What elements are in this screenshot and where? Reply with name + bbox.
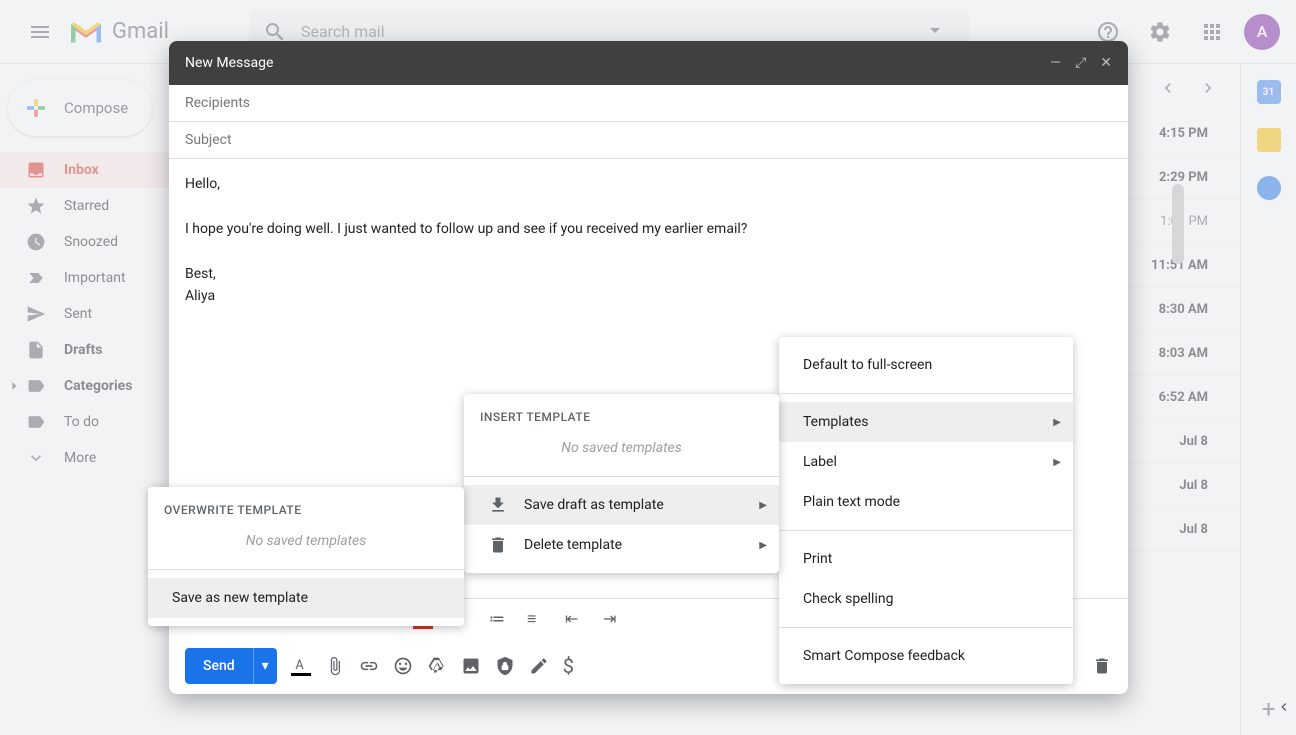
- show-side-panel-button[interactable]: [1272, 695, 1296, 719]
- caret-down-icon: [923, 18, 947, 42]
- plus-icon: [20, 92, 52, 124]
- gmail-logo[interactable]: Gmail: [68, 18, 169, 46]
- gmail-wordmark: Gmail: [112, 19, 169, 44]
- older-button[interactable]: [1192, 72, 1224, 104]
- recipients-field[interactable]: Recipients: [169, 85, 1128, 122]
- compose-label: Compose: [64, 99, 128, 117]
- label-icon: [26, 376, 46, 396]
- confidential-mode-button[interactable]: [495, 656, 515, 676]
- inbox-icon: [26, 160, 46, 180]
- insert-photo-button[interactable]: [461, 656, 481, 676]
- save-icon: [488, 495, 508, 515]
- submenu-arrow-icon: ▶: [759, 500, 767, 511]
- sent-icon: [26, 304, 46, 324]
- chevron-right-icon: [4, 376, 24, 396]
- important-icon: [26, 268, 46, 288]
- scrollbar[interactable]: [1172, 184, 1184, 584]
- insert-emoji-button[interactable]: [393, 656, 413, 676]
- menu-fullscreen[interactable]: Default to full-screen: [779, 345, 1073, 385]
- menu-separator: [148, 569, 464, 570]
- menu-delete-template[interactable]: Delete template▶: [464, 525, 779, 565]
- menu-separator: [464, 476, 779, 477]
- chevron-left-icon: [1158, 78, 1178, 98]
- minimize-button[interactable]: —: [1050, 55, 1061, 71]
- close-button[interactable]: ✕: [1100, 55, 1112, 71]
- settings-button[interactable]: [1140, 12, 1180, 52]
- no-templates-text: No saved templates: [464, 432, 779, 468]
- hamburger-icon: [28, 20, 52, 44]
- compose-header: New Message — ⤢ ✕: [169, 41, 1128, 85]
- calendar-addon[interactable]: 31: [1257, 80, 1281, 104]
- attach-button[interactable]: [325, 656, 345, 676]
- send-options-button[interactable]: ▾: [253, 648, 277, 684]
- menu-save-as-new-template[interactable]: Save as new template: [148, 578, 464, 618]
- subject-field[interactable]: Subject: [169, 122, 1128, 159]
- indent-less-button[interactable]: ⇤: [565, 609, 585, 629]
- chevron-left-icon: [1276, 699, 1292, 715]
- search-icon: [263, 20, 287, 44]
- gmail-m-icon: [68, 18, 104, 46]
- apps-button[interactable]: [1192, 12, 1232, 52]
- menu-save-draft-as-template[interactable]: Save draft as template▶: [464, 485, 779, 525]
- insert-link-button[interactable]: [359, 656, 379, 676]
- indent-more-button[interactable]: ⇥: [603, 609, 623, 629]
- label-icon: [26, 412, 46, 432]
- submenu-arrow-icon: ▶: [1053, 457, 1061, 468]
- bullet-list-button[interactable]: ≡: [527, 609, 547, 629]
- numbered-list-button[interactable]: ≔: [489, 609, 509, 629]
- format-options-button[interactable]: A: [291, 656, 311, 676]
- insert-signature-button[interactable]: [529, 656, 549, 676]
- templates-submenu: INSERT TEMPLATE No saved templates Save …: [464, 394, 779, 573]
- main-menu-button[interactable]: [16, 8, 64, 56]
- no-templates-text: No saved templates: [148, 525, 464, 561]
- money-button[interactable]: $: [563, 656, 583, 676]
- save-template-submenu: OVERWRITE TEMPLATE No saved templates Sa…: [148, 487, 464, 626]
- menu-label[interactable]: Label▶: [779, 442, 1073, 482]
- compose-title: New Message: [185, 55, 273, 71]
- star-icon: [26, 196, 46, 216]
- menu-smart-compose[interactable]: Smart Compose feedback: [779, 636, 1073, 676]
- chevron-right-icon: [1198, 78, 1218, 98]
- more-options-menu: Default to full-screen Templates▶ Label▶…: [779, 337, 1073, 684]
- menu-separator: [779, 627, 1073, 628]
- search-input[interactable]: [301, 22, 915, 41]
- expand-more-icon: [26, 448, 46, 468]
- insert-drive-button[interactable]: [427, 656, 447, 676]
- newer-button[interactable]: [1152, 72, 1184, 104]
- submenu-arrow-icon: ▶: [759, 540, 767, 551]
- scrollbar-thumb[interactable]: [1172, 184, 1184, 264]
- menu-plaintext[interactable]: Plain text mode: [779, 482, 1073, 522]
- insert-template-header: INSERT TEMPLATE: [464, 402, 779, 432]
- menu-separator: [779, 530, 1073, 531]
- fullscreen-toggle-button[interactable]: ⤢: [1075, 55, 1086, 71]
- menu-separator: [779, 393, 1073, 394]
- trash-icon: [488, 535, 508, 555]
- gear-icon: [1148, 20, 1172, 44]
- menu-print[interactable]: Print: [779, 539, 1073, 579]
- menu-spelling[interactable]: Check spelling: [779, 579, 1073, 619]
- account-avatar[interactable]: A: [1244, 14, 1280, 50]
- tasks-addon[interactable]: [1257, 176, 1281, 200]
- keep-addon[interactable]: [1257, 128, 1281, 152]
- compose-button[interactable]: Compose: [8, 80, 152, 136]
- svg-text:A: A: [295, 658, 304, 673]
- side-panel: 31 +: [1240, 64, 1296, 735]
- submenu-arrow-icon: ▶: [1053, 417, 1061, 428]
- clock-icon: [26, 232, 46, 252]
- apps-grid-icon: [1200, 20, 1224, 44]
- send-button[interactable]: Send ▾: [185, 648, 277, 684]
- drafts-icon: [26, 340, 46, 360]
- discard-draft-button[interactable]: [1092, 656, 1112, 676]
- overwrite-template-header: OVERWRITE TEMPLATE: [148, 495, 464, 525]
- help-icon: [1096, 20, 1120, 44]
- menu-templates[interactable]: Templates▶: [779, 402, 1073, 442]
